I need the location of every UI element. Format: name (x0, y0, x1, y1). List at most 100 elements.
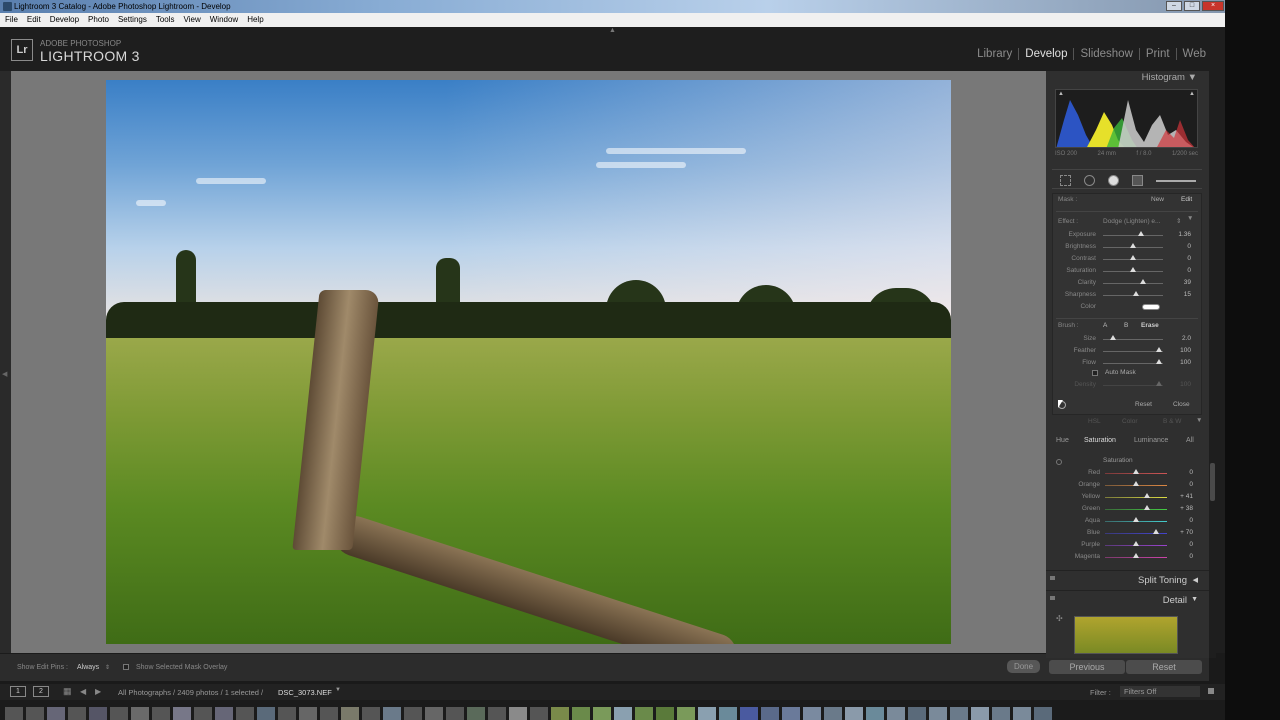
filmstrip-thumbnail[interactable] (1013, 707, 1031, 720)
minimize-icon[interactable]: – (1166, 1, 1182, 11)
detail-target-icon[interactable]: ✣ (1056, 614, 1063, 623)
menu-view[interactable]: View (184, 13, 201, 27)
done-button[interactable]: Done (1007, 660, 1040, 673)
hsl-blue-value[interactable]: + 70 (1177, 529, 1193, 536)
effect-dropdown-arrow-icon[interactable]: ⇕ (1176, 217, 1181, 225)
filmstrip-thumbnail[interactable] (320, 707, 338, 720)
filmstrip-thumbnail[interactable] (719, 707, 737, 720)
menu-settings[interactable]: Settings (118, 13, 147, 27)
menu-file[interactable]: File (5, 13, 18, 27)
filmstrip-thumbnail[interactable] (845, 707, 863, 720)
show-mask-overlay-checkbox[interactable] (123, 664, 129, 670)
filmstrip-thumbnail[interactable] (278, 707, 296, 720)
sharpness-value[interactable]: 15 (1175, 291, 1191, 298)
filmstrip-thumbnail[interactable] (1034, 707, 1052, 720)
filter-lock-icon[interactable] (1208, 688, 1214, 694)
color-swatch[interactable] (1142, 304, 1160, 310)
filmstrip-thumbnail[interactable] (677, 707, 695, 720)
filmstrip-thumbnail[interactable] (551, 707, 569, 720)
filmstrip-thumbnail[interactable] (425, 707, 443, 720)
photo-preview[interactable] (106, 80, 951, 644)
shadow-clip-triangle-icon[interactable]: ▲ (1058, 91, 1064, 97)
module-web[interactable]: Web (1175, 48, 1212, 60)
hsl-yellow-value[interactable]: + 41 (1177, 493, 1193, 500)
detail-header[interactable]: Detail ▼ (1046, 590, 1209, 608)
filmstrip-thumbnail[interactable] (68, 707, 86, 720)
brush-size-value[interactable]: 2.0 (1175, 335, 1191, 342)
hsl-red-value[interactable]: 0 (1177, 469, 1193, 476)
clarity-slider[interactable] (1140, 279, 1146, 284)
filmstrip-thumbnail[interactable] (992, 707, 1010, 720)
reset-button[interactable]: Reset (1126, 660, 1202, 674)
detail-preview-thumbnail[interactable] (1074, 616, 1178, 654)
filmstrip-thumbnail[interactable] (194, 707, 212, 720)
filmstrip-thumbnail[interactable] (929, 707, 947, 720)
red-eye-icon[interactable] (1108, 175, 1119, 186)
collapse-top-arrow-icon[interactable]: ▲ (609, 27, 616, 34)
filmstrip-thumbnail[interactable] (908, 707, 926, 720)
filmstrip-thumbnail[interactable] (488, 707, 506, 720)
filmstrip-thumbnail[interactable] (803, 707, 821, 720)
hsl-aqua-slider[interactable] (1133, 517, 1139, 522)
hsl-purple-slider[interactable] (1133, 541, 1139, 546)
filmstrip-thumbnail[interactable] (698, 707, 716, 720)
filmstrip-thumbnail[interactable] (47, 707, 65, 720)
menu-photo[interactable]: Photo (88, 13, 109, 27)
menu-window[interactable]: Window (210, 13, 238, 27)
targeted-adjustment-icon[interactable] (1056, 459, 1062, 465)
hsl-orange-slider[interactable] (1133, 481, 1139, 486)
mask-edit-button[interactable]: Edit (1181, 196, 1192, 203)
maximize-icon[interactable]: □ (1184, 1, 1200, 11)
hsl-orange-value[interactable]: 0 (1177, 481, 1193, 488)
filmstrip-thumbnail[interactable] (740, 707, 758, 720)
right-panel-scrollbar[interactable] (1209, 71, 1216, 658)
filmstrip-thumbnail[interactable] (509, 707, 527, 720)
hsl-green-slider[interactable] (1144, 505, 1150, 510)
contrast-slider[interactable] (1130, 255, 1136, 260)
filmstrip-thumbnail[interactable] (89, 707, 107, 720)
filmstrip-thumbnail[interactable] (446, 707, 464, 720)
filmstrip-thumbnail[interactable] (341, 707, 359, 720)
screen-1-button[interactable]: 1 (10, 686, 26, 697)
effect-preset-dropdown[interactable]: Dodge (Lighten) e... (1103, 218, 1160, 225)
tab-all[interactable]: All (1186, 437, 1194, 444)
filmstrip-thumbnail[interactable] (887, 707, 905, 720)
crop-icon[interactable] (1060, 175, 1071, 186)
filmstrip-thumbnail[interactable] (530, 707, 548, 720)
hsl-aqua-value[interactable]: 0 (1177, 517, 1193, 524)
brush-flow-value[interactable]: 100 (1175, 359, 1191, 366)
brush-density-value[interactable]: 100 (1175, 381, 1191, 388)
filmstrip-thumbnail[interactable] (404, 707, 422, 720)
auto-mask-checkbox[interactable] (1092, 370, 1098, 376)
mask-new-button[interactable]: New (1151, 196, 1164, 203)
menu-edit[interactable]: Edit (27, 13, 41, 27)
filmstrip-thumbnail[interactable] (257, 707, 275, 720)
filmstrip-thumbnail[interactable] (26, 707, 44, 720)
brush-flow-slider[interactable] (1156, 359, 1162, 364)
brush-close-button[interactable]: Close (1173, 401, 1190, 408)
filmstrip-thumbnail[interactable] (593, 707, 611, 720)
filmstrip-thumbnail[interactable] (635, 707, 653, 720)
collapse-effect-triangle-icon[interactable]: ▼ (1187, 215, 1193, 222)
menu-develop[interactable]: Develop (50, 13, 79, 27)
brightness-value[interactable]: 0 (1175, 243, 1191, 250)
hsl-tab-hsl[interactable]: HSL (1088, 418, 1101, 425)
brush-size-slider[interactable] (1110, 335, 1116, 340)
module-library[interactable]: Library (971, 48, 1018, 60)
filmstrip-thumbnail[interactable] (152, 707, 170, 720)
forward-arrow-icon[interactable]: ▶ (95, 687, 101, 696)
highlight-clip-triangle-icon[interactable]: ▲ (1189, 91, 1195, 97)
hsl-red-slider[interactable] (1133, 469, 1139, 474)
spot-removal-icon[interactable] (1084, 175, 1095, 186)
filmstrip-thumbnail[interactable] (950, 707, 968, 720)
filmstrip-thumbnail[interactable] (572, 707, 590, 720)
hsl-magenta-value[interactable]: 0 (1177, 553, 1193, 560)
module-print[interactable]: Print (1138, 48, 1176, 60)
filmstrip-thumbnail[interactable] (236, 707, 254, 720)
hsl-yellow-slider[interactable] (1144, 493, 1150, 498)
exposure-value[interactable]: 1.36 (1175, 231, 1191, 238)
exposure-slider[interactable] (1138, 231, 1144, 236)
menu-help[interactable]: Help (247, 13, 263, 27)
clarity-value[interactable]: 39 (1175, 279, 1191, 286)
panel-switch-icon[interactable] (1050, 576, 1055, 580)
